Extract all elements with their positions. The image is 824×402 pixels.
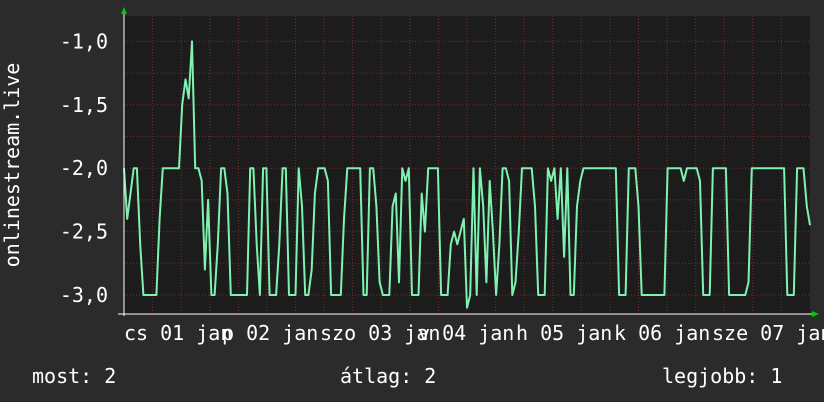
x-tick-label: k 06 jan (614, 321, 710, 345)
y-tick-label: -2,0 (60, 156, 108, 180)
y-axis-label: onlinestream.live (0, 63, 24, 268)
best-value-stat: legjobb: 1 (662, 364, 783, 388)
x-axis-arrow-icon (812, 311, 819, 317)
average-value-stat: átlag: 2 (340, 364, 437, 388)
x-tick-label: h 05 jan (516, 321, 612, 345)
y-tick-labels: -1,0 -1,5 -2,0 -2,5 -3,0 (60, 29, 108, 307)
x-tick-label: p 02 jan (222, 321, 318, 345)
y-axis-arrow-icon (121, 7, 127, 14)
chart: -1,0-1,5-2,0-2,5-3,0 cs 01 janp 02 jan sz… (0, 7, 824, 345)
x-tick-label: v 04 jan (418, 321, 514, 345)
x-tick-label: sze 07 jan (712, 321, 824, 345)
y-tick-label: -3,0 (60, 283, 108, 307)
x-tick-labels: cs 01 janp 02 jan szo 03 janv 04 jan h 05 … (124, 321, 824, 345)
y-tick-label: -2,5 (60, 220, 108, 244)
x-tick-label: cs 01 jan (124, 321, 232, 345)
y-tick-label: -1,5 (60, 93, 108, 117)
current-value-stat: most: 2 (32, 364, 117, 388)
y-tick-label: -1,0 (60, 29, 108, 53)
plot-background (124, 16, 810, 314)
